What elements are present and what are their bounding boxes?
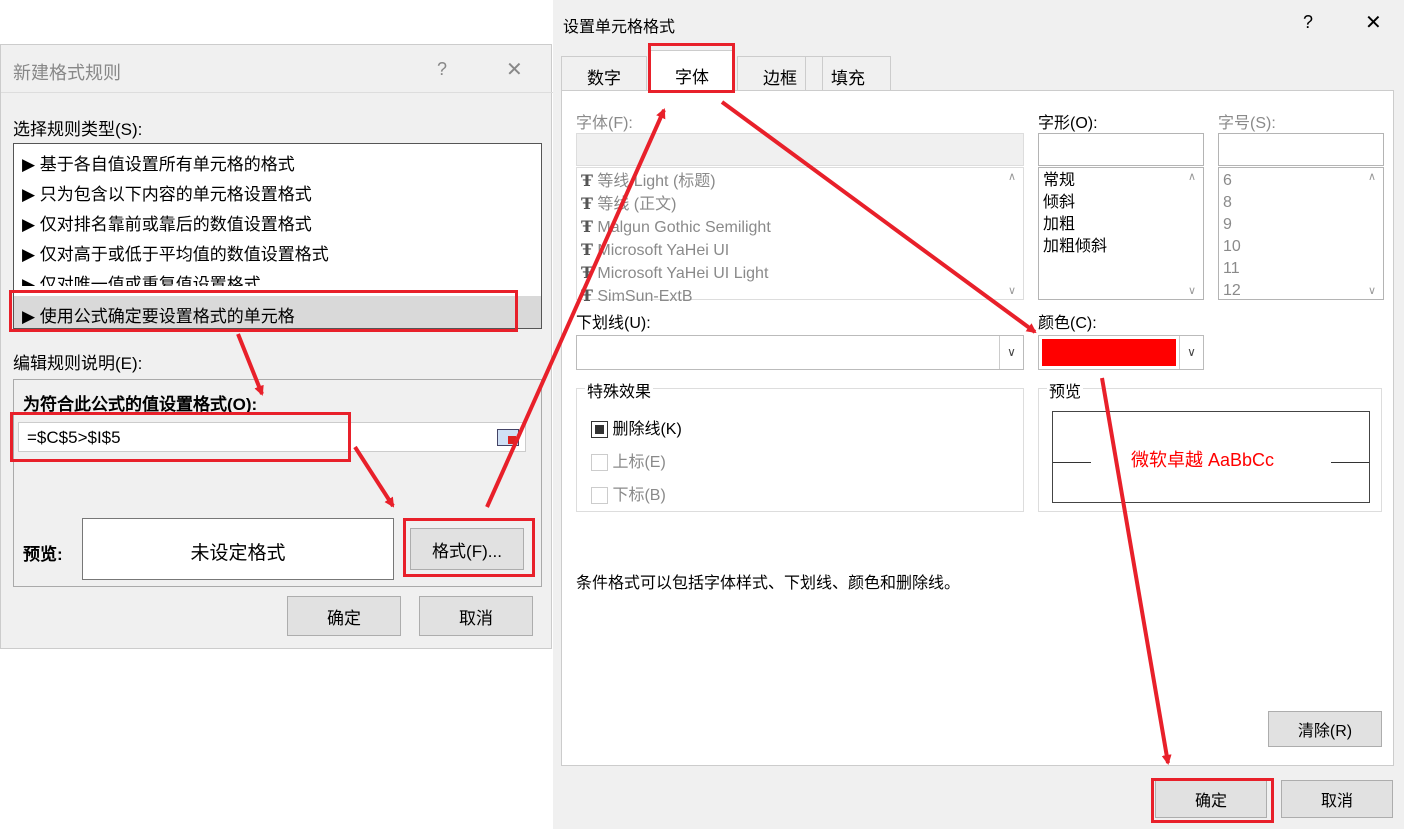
strikethrough-checkbox[interactable]: 删除线(K) [591,415,682,439]
tab-font[interactable]: 字体 [649,50,735,92]
dialog-title: 新建格式规则 [13,63,121,83]
color-picker[interactable]: ∨ [1038,335,1204,370]
size-list[interactable]: 6 8 9 10 11 12 ∧ ∨ [1218,167,1384,300]
rule-item[interactable]: ▶ 基于各自值设置所有单元格的格式 [22,150,295,175]
chevron-down-icon: ∨ [1179,336,1203,369]
subscript-checkbox[interactable]: 下标(B) [591,481,666,505]
clear-button[interactable]: 清除(R) [1268,711,1382,747]
style-item[interactable]: 常规 [1043,170,1107,192]
style-item[interactable]: 加粗倾斜 [1043,236,1107,258]
size-item[interactable]: 12 [1223,280,1241,302]
underline-label: 下划线(U): [576,315,651,332]
rule-item[interactable]: ▶ 只为包含以下内容的单元格设置格式 [22,180,312,205]
font-label: 字体(F): [576,115,633,132]
style-list[interactable]: 常规 倾斜 加粗 加粗倾斜 ∧ ∨ [1038,167,1204,300]
format-cells-dialog: 设置单元格格式 ? ✕ 数字 字体 边框 填充 字体(F): 字形(O): 字号… [553,0,1404,829]
preview-text: 微软卓越 AaBbCc [1131,450,1275,470]
help-icon[interactable]: ? [437,59,447,80]
superscript-checkbox[interactable]: 上标(E) [591,448,666,472]
font-list[interactable]: Ŧ 等线 Light (标题) Ŧ 等线 (正文) Ŧ Malgun Gothi… [576,167,1024,305]
note-text: 条件格式可以包括字体样式、下划线、颜色和删除线。 [576,575,961,592]
ok-button[interactable]: 确定 [1155,780,1267,818]
size-item[interactable]: 11 [1223,258,1241,280]
preview-group: 预览 微软卓越 AaBbCc [1038,378,1382,512]
range-picker-icon[interactable] [497,429,519,446]
help-icon[interactable]: ? [1303,12,1313,33]
font-list-scrollbar[interactable]: ∧ ∨ [1005,168,1023,299]
dialog-title: 设置单元格格式 [563,19,676,36]
close-icon[interactable]: ✕ [506,57,523,82]
rule-item[interactable]: ▶ 仅对排名靠前或靠后的数值设置格式 [22,210,312,235]
style-list-scrollbar[interactable]: ∧ ∨ [1185,168,1203,299]
style-label: 字形(O): [1038,115,1098,132]
style-item[interactable]: 倾斜 [1043,192,1107,214]
size-item[interactable]: 8 [1223,192,1241,214]
font-tab-panel: 字体(F): 字形(O): 字号(S): Ŧ 等线 Light (标题) Ŧ 等… [561,90,1394,766]
preview-label: 预览 [1047,378,1084,402]
color-label: 颜色(C): [1038,315,1097,332]
formula-text: =$C$5>$I$5 [27,428,121,447]
rule-type-list: ▶ 基于各自值设置所有单元格的格式 ▶ 只为包含以下内容的单元格设置格式 ▶ 仅… [13,143,542,329]
chevron-down-icon: ∨ [999,336,1023,369]
edit-rule-label: 编辑规则说明(E): [13,354,143,373]
color-swatch [1042,339,1176,366]
cancel-button[interactable]: 取消 [1281,780,1393,818]
ok-button[interactable]: 确定 [287,596,401,636]
new-format-rule-dialog: 新建格式规则 ? ✕ 选择规则类型(S): ▶ 基于各自值设置所有单元格的格式 … [0,44,553,649]
preview-box: 微软卓越 AaBbCc [1052,411,1370,503]
style-item[interactable]: 加粗 [1043,214,1107,236]
tab-number[interactable]: 数字 [561,56,647,90]
rule-item-label: ▶ 使用公式确定要设置格式的单元格 [22,307,295,326]
edit-rule-panel: 为符合此公式的值设置格式(O): =$C$5>$I$5 预览: 未设定格式 格式… [13,379,542,587]
tab-fill[interactable]: 填充 [805,56,891,90]
title-divider [1,92,553,93]
size-item[interactable]: 9 [1223,214,1241,236]
format-button[interactable]: 格式(F)... [410,528,524,570]
size-item[interactable]: 6 [1223,170,1241,192]
rule-item[interactable]: ▶ 仅对高于或低于平均值的数值设置格式 [22,240,329,265]
effects-label: 特殊效果 [585,378,654,402]
rule-item-selected[interactable]: ▶ 使用公式确定要设置格式的单元格 [14,296,541,328]
effects-group: 特殊效果 删除线(K) 上标(E) 下标(B) [576,378,1024,512]
font-item[interactable]: Ŧ 等线 Light (标题) Ŧ 等线 (正文) Ŧ Malgun Gothi… [581,170,771,308]
preview-label: 预览: [23,545,63,564]
rule-type-label: 选择规则类型(S): [13,120,143,139]
preview-box: 未设定格式 [82,518,394,580]
preview-text: 未设定格式 [190,543,286,564]
size-list-scrollbar[interactable]: ∧ ∨ [1365,168,1383,299]
style-input[interactable] [1038,133,1204,166]
underline-select[interactable]: ∨ [576,335,1024,370]
size-item[interactable]: 10 [1223,236,1241,258]
formula-input[interactable]: =$C$5>$I$5 [18,422,526,452]
size-label: 字号(S): [1218,115,1276,132]
font-input[interactable] [576,133,1024,166]
cancel-button[interactable]: 取消 [419,596,533,636]
rule-item[interactable]: ▶ 仅对唯一值或重复值设置格式 [22,270,261,286]
size-input[interactable] [1218,133,1384,166]
formula-label: 为符合此公式的值设置格式(O): [23,395,258,414]
close-icon[interactable]: ✕ [1365,10,1382,35]
